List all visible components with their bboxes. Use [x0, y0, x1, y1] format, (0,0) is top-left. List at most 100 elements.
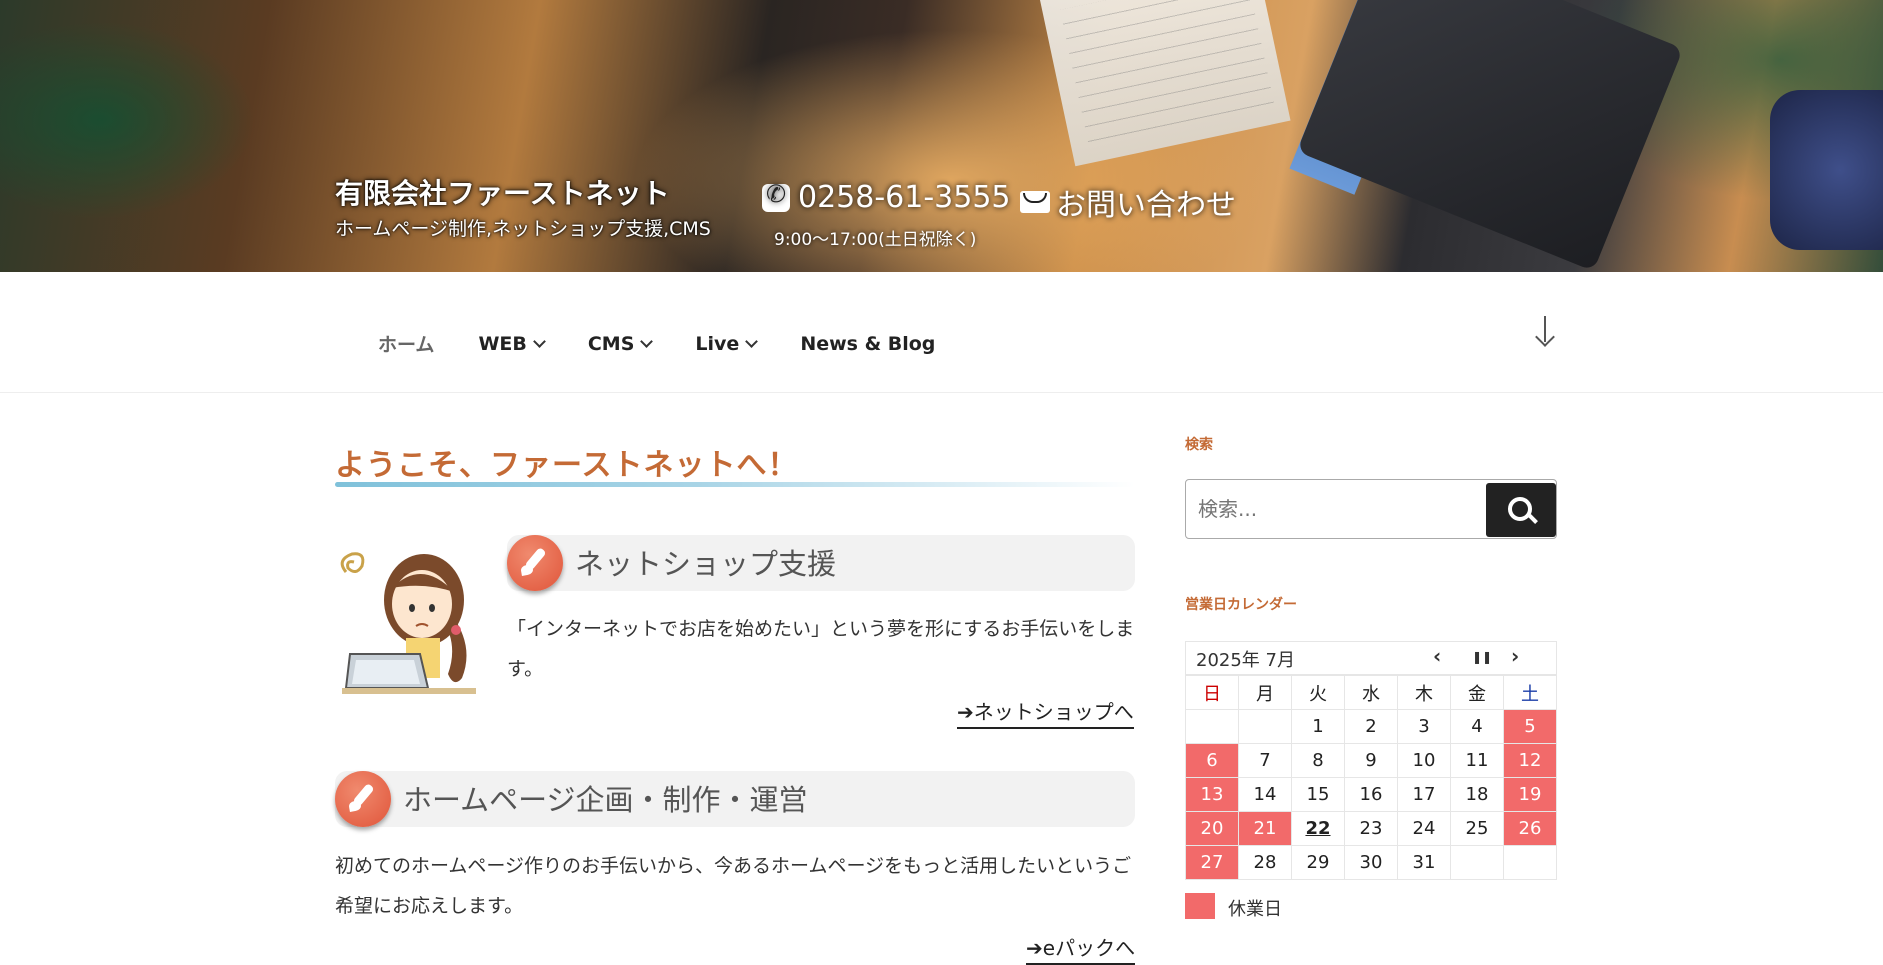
calendar-day: 18 [1449, 777, 1504, 812]
calendar-day: 21 [1237, 811, 1292, 846]
calendar-day [1237, 709, 1292, 744]
calendar-day: 14 [1237, 777, 1292, 812]
calendar-day: 13 [1185, 777, 1239, 812]
calendar-weekday-row: 日月火水木金土 [1185, 675, 1558, 710]
netshop-link[interactable]: ➔ネットショップへ [957, 696, 1134, 729]
calendar-week-row: 20 21 22 23 24 25 26 [1185, 811, 1558, 846]
calendar-week-row: 12345 [1185, 709, 1558, 744]
calendar-day: 2 [1344, 709, 1398, 744]
search-widget-title: 検索 [1185, 437, 1213, 453]
calendar-day: 25 [1449, 811, 1504, 846]
search-button[interactable] [1486, 483, 1556, 537]
contact-link-label: お問い合わせ [1056, 188, 1236, 223]
calendar-day: 28 [1237, 845, 1292, 880]
calendar-day: 16 [1344, 777, 1398, 812]
main-navigation: ホーム WEB CMS Live News & Blog [0, 272, 1883, 393]
holiday-legend-swatch [1185, 893, 1215, 919]
calendar-day: 3 [1397, 709, 1451, 744]
arrow-right-icon: ➔ [1026, 936, 1043, 960]
business-hours: 9:00～17:00(土日祝除く) [774, 230, 977, 250]
section-title-netshop: ネットショップ支援 [575, 547, 837, 581]
calendar-day: 10 [1397, 743, 1451, 778]
calendar-week-row: 13 14 15 16 17 18 19 [1185, 777, 1558, 812]
nav-menu: ホーム WEB CMS Live News & Blog [356, 330, 957, 357]
calendar-day: 27 [1185, 845, 1239, 880]
calendar-day: 11 [1449, 743, 1504, 778]
section-text-homepage: 初めてのホームページ作りのお手伝いから、今あるホームページをもっと活用したいとい… [335, 855, 1132, 917]
calendar-weekday: 月 [1237, 675, 1292, 710]
calendar-day: 29 [1290, 845, 1346, 880]
arrow-right-icon: ➔ [957, 700, 974, 724]
calendar-month: 2025年 7月 [1196, 650, 1295, 671]
calendar-day: 7 [1237, 743, 1292, 778]
paintbrush-icon [335, 771, 391, 827]
calendar-day: 17 [1397, 777, 1451, 812]
calendar-day: 24 [1397, 811, 1451, 846]
phone-number[interactable]: 0258-61-3555 [762, 180, 1011, 215]
calendar-widget-title: 営業日カレンダー [1185, 597, 1297, 613]
calendar-day [1185, 709, 1239, 744]
calendar-header: 2025年 7月 ‹ ❚❚ › [1185, 641, 1557, 675]
confused-woman-laptop-illustration [340, 552, 476, 694]
calendar-day: 31 [1397, 845, 1451, 880]
nav-item-live[interactable]: Live [695, 330, 759, 357]
phone-number-text: 0258-61-3555 [798, 180, 1011, 215]
calendar-week-row: 6 7 8 9 10 11 12 [1185, 743, 1558, 778]
site-description: ホームページ制作,ネットショップ支援,CMS [335, 218, 711, 240]
calendar-day: 5 [1502, 709, 1558, 744]
calendar-day: 9 [1344, 743, 1398, 778]
site-title[interactable]: 有限会社ファーストネット [335, 172, 670, 212]
nav-item-label: WEB [478, 332, 527, 355]
chevron-down-icon [745, 335, 759, 348]
calendar-grid: 日月火水木金土 1 2 3 4 5 6 7 8 9 10 11 12 13 14 15 16 17 18 19 20 21… [1185, 675, 1558, 880]
calendar-day: 6 [1185, 743, 1239, 778]
chevron-right-icon[interactable]: › [1511, 644, 1519, 668]
chevron-down-icon [640, 335, 654, 348]
header-banner: 有限会社ファーストネット ホームページ制作,ネットショップ支援,CMS 0258… [0, 0, 1883, 272]
calendar-day: 1 [1290, 709, 1346, 744]
calendar-weekday: 日 [1185, 675, 1239, 710]
calendar-week-row: 27 28 29 30 31 [1185, 845, 1558, 880]
calendar-day: 12 [1502, 743, 1558, 778]
pause-icon[interactable]: ❚❚ [1472, 650, 1492, 664]
calendar-day: 4 [1449, 709, 1504, 744]
nav-item-label: CMS [587, 332, 635, 355]
calendar-day: 30 [1344, 845, 1398, 880]
nav-item-news-blog[interactable]: News & Blog [800, 330, 935, 357]
calendar-weekday: 金 [1449, 675, 1504, 710]
calendar-day: 8 [1290, 743, 1346, 778]
section-title-homepage: ホームページ企画・制作・運営 [403, 783, 808, 817]
nav-item-home[interactable]: ホーム [378, 330, 434, 357]
calendar-weekday: 水 [1344, 675, 1398, 710]
calendar-weekday: 火 [1290, 675, 1346, 710]
calendar-day: 26 [1502, 811, 1558, 846]
epack-link[interactable]: ➔eパックへ [1026, 932, 1136, 965]
calendar-day [1502, 845, 1558, 880]
title-underline [335, 482, 1135, 487]
banner-photo-sleeve [1770, 90, 1883, 250]
nav-item-web[interactable]: WEB [478, 330, 546, 357]
nav-item-cms[interactable]: CMS [587, 330, 654, 357]
search-form [1185, 479, 1557, 539]
section-text-netshop: 「インターネットでお店を始めたい」という夢を形にするお手伝いをします。 [507, 618, 1135, 680]
contact-link[interactable]: お問い合わせ [1020, 180, 1236, 224]
calendar-weekday: 土 [1502, 675, 1558, 710]
search-input[interactable] [1196, 488, 1480, 530]
holiday-legend-label: 休業日 [1228, 899, 1282, 920]
banner-photo-laptop [1296, 0, 1684, 272]
scroll-down-arrow-icon[interactable] [1532, 312, 1558, 346]
chevron-left-icon[interactable]: ‹ [1433, 644, 1441, 668]
calendar-day: 19 [1502, 777, 1558, 812]
calendar-day: 23 [1344, 811, 1398, 846]
calendar-day: 20 [1185, 811, 1239, 846]
calendar-day: 22 [1290, 811, 1346, 846]
phone-icon [762, 180, 790, 212]
calendar-day: 15 [1290, 777, 1346, 812]
calendar-day [1449, 845, 1504, 880]
envelope-icon [1020, 191, 1050, 213]
netshop-link-label: ネットショップへ [973, 700, 1134, 724]
nav-item-label: Live [695, 332, 740, 355]
calendar-weekday: 木 [1397, 675, 1451, 710]
epack-link-label: eパックへ [1042, 936, 1136, 960]
page-title: ようこそ、ファーストネットへ！ [335, 448, 799, 483]
